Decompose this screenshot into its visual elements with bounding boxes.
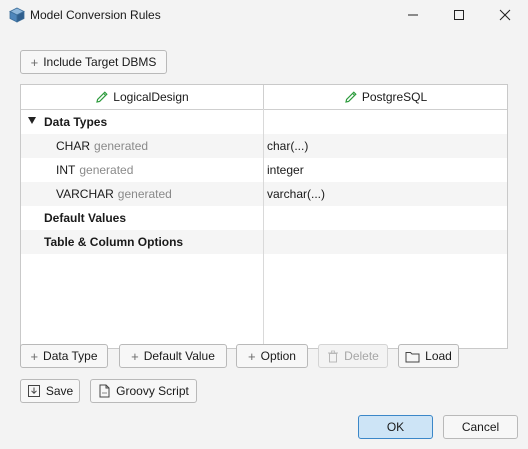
load-button[interactable]: Load: [398, 344, 459, 368]
tree-row-default-values[interactable]: Default Values: [21, 206, 507, 230]
generated-tag: generated: [94, 139, 149, 153]
row-label: Default Values: [44, 211, 127, 225]
add-data-type-label: Data Type: [43, 349, 98, 363]
save-icon: [27, 385, 40, 397]
plus-icon: +: [248, 348, 256, 364]
generated-tag: generated: [79, 163, 134, 177]
row-label: INT generated: [21, 158, 298, 182]
load-label: Load: [425, 349, 452, 363]
add-default-value-label: Default Value: [143, 349, 215, 363]
close-button[interactable]: [482, 0, 528, 30]
mapped-value[interactable]: varchar(...): [267, 182, 503, 206]
include-target-label: Include Target DBMS: [43, 55, 157, 69]
maximize-button[interactable]: [436, 0, 482, 30]
column-header-postgresql[interactable]: PostgreSQL: [264, 85, 507, 109]
close-icon: [499, 9, 511, 21]
row-label: Table & Column Options: [44, 235, 184, 249]
plus-icon: +: [30, 348, 39, 364]
generated-tag: generated: [117, 187, 172, 201]
add-data-type-button[interactable]: + Data Type: [20, 344, 108, 368]
folder-icon: [405, 351, 420, 362]
script-document-icon: [99, 384, 110, 398]
row-label: VARCHAR generated: [21, 182, 298, 206]
maximize-icon: [454, 10, 464, 20]
row-label: Data Types: [44, 115, 108, 129]
column-header-label: PostgreSQL: [361, 90, 428, 104]
plus-icon: +: [131, 348, 139, 364]
save-button[interactable]: Save: [20, 379, 80, 403]
tree-row-char[interactable]: CHAR generated char(...): [21, 134, 507, 158]
mapped-value[interactable]: char(...): [267, 134, 503, 158]
cancel-label: Cancel: [461, 420, 500, 434]
delete-button[interactable]: Delete: [318, 344, 388, 368]
column-divider: [263, 109, 264, 348]
trash-icon: [328, 350, 339, 362]
add-option-label: Option: [260, 349, 296, 363]
rules-table[interactable]: LogicalDesign PostgreSQL Data Types CHAR…: [20, 84, 508, 349]
type-name: VARCHAR: [56, 187, 114, 201]
groovy-script-button[interactable]: Groovy Script: [90, 379, 197, 403]
groovy-script-label: Groovy Script: [116, 384, 189, 398]
tree-row-data-types[interactable]: Data Types: [21, 110, 507, 134]
minimize-button[interactable]: [390, 0, 436, 30]
type-name: CHAR: [56, 139, 91, 153]
mapped-value[interactable]: integer: [267, 158, 503, 182]
cancel-button[interactable]: Cancel: [443, 415, 518, 439]
tree-row-varchar[interactable]: VARCHAR generated varchar(...): [21, 182, 507, 206]
table-header: LogicalDesign PostgreSQL: [21, 85, 507, 110]
title-bar: Model Conversion Rules: [0, 0, 528, 30]
ok-label: OK: [386, 420, 405, 434]
plus-icon: +: [30, 54, 39, 70]
pencil-icon: [345, 91, 357, 103]
pencil-icon: [96, 91, 108, 103]
ok-button[interactable]: OK: [358, 415, 433, 439]
save-label: Save: [45, 384, 74, 398]
app-cube-icon: [9, 7, 25, 23]
include-target-dbms-button[interactable]: + Include Target DBMS: [20, 50, 167, 74]
delete-label: Delete: [344, 349, 379, 363]
window-title: Model Conversion Rules: [30, 8, 161, 22]
tree-row-table-column-options[interactable]: Table & Column Options: [21, 230, 507, 254]
column-header-label: LogicalDesign: [113, 90, 189, 104]
add-default-value-button[interactable]: + Default Value: [119, 344, 227, 368]
tree-row-int[interactable]: INT generated integer: [21, 158, 507, 182]
type-name: INT: [56, 163, 76, 177]
minimize-icon: [408, 14, 418, 16]
column-header-logical[interactable]: LogicalDesign: [21, 85, 264, 109]
row-label: CHAR generated: [21, 134, 298, 158]
add-option-button[interactable]: + Option: [236, 344, 308, 368]
